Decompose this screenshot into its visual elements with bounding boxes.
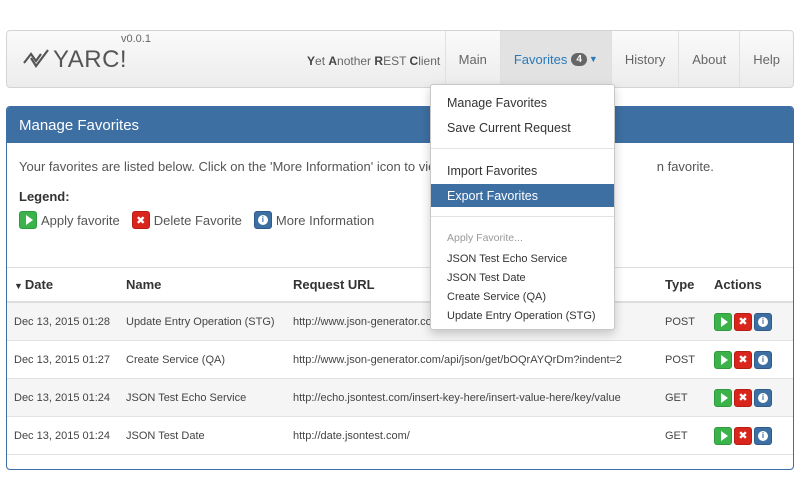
apply-favorite-button[interactable] <box>714 350 732 369</box>
info-icon: i <box>253 211 272 229</box>
favorites-dropdown-menu: Manage Favorites Save Current Request Im… <box>430 84 615 330</box>
nav-favorites[interactable]: Favorites 4 ▼ <box>499 31 611 87</box>
delete-favorite-button[interactable]: ✖ <box>734 426 752 445</box>
row-actions: ✖ i <box>711 350 793 369</box>
delete-favorite-button[interactable]: ✖ <box>734 350 752 369</box>
column-date[interactable]: ▼ Date <box>7 277 120 292</box>
menu-divider <box>431 216 614 217</box>
play-icon <box>720 430 728 441</box>
info-favorite-button[interactable]: i <box>754 350 772 369</box>
sort-desc-icon: ▼ <box>14 281 23 291</box>
menu-export-favorites[interactable]: Export Favorites <box>431 184 614 207</box>
play-icon <box>720 316 728 327</box>
menu-manage-favorites[interactable]: Manage Favorites <box>431 91 614 114</box>
play-icon <box>19 211 37 229</box>
play-icon <box>720 392 728 403</box>
menu-save-current-request[interactable]: Save Current Request <box>431 116 614 139</box>
delete-favorite-button[interactable]: ✖ <box>734 312 752 331</box>
panel-title: Manage Favorites <box>7 107 793 143</box>
caret-down-icon: ▼ <box>588 54 598 64</box>
table-header: ▼ Date Name Request URL Type Actions <box>7 267 793 303</box>
nav-main[interactable]: Main <box>444 31 500 87</box>
legend-title: Legend: <box>19 189 70 204</box>
apply-favorite-button[interactable] <box>714 388 732 407</box>
navbar: YARC! v0.0.1 Yet Another REST Client Mai… <box>6 30 794 88</box>
favorites-count-badge: 4 <box>571 52 587 66</box>
apply-favorite-button[interactable] <box>714 426 732 445</box>
brand[interactable]: YARC! <box>21 38 127 82</box>
table-row: Dec 13, 2015 01:28 Update Entry Operatio… <box>7 303 793 341</box>
info-favorite-button[interactable]: i <box>754 426 772 445</box>
menu-divider <box>431 148 614 149</box>
menu-favorite-item[interactable]: JSON Test Echo Service <box>431 249 614 268</box>
close-icon: ✖ <box>131 211 150 229</box>
app-tagline: Yet Another REST Client <box>307 54 441 68</box>
nav-about[interactable]: About <box>678 31 739 87</box>
menu-import-favorites[interactable]: Import Favorites <box>431 159 614 182</box>
info-favorite-button[interactable]: i <box>754 312 772 331</box>
row-actions: ✖ i <box>711 426 793 445</box>
nav-history[interactable]: History <box>610 31 678 87</box>
delete-favorite-button[interactable]: ✖ <box>734 388 752 407</box>
table-row: Dec 13, 2015 01:24 JSON Test Date http:/… <box>7 417 793 455</box>
menu-favorite-item[interactable]: JSON Test Date <box>431 268 614 287</box>
yarc-logo-icon <box>23 49 49 68</box>
info-icon: i <box>758 354 768 365</box>
column-type[interactable]: Type <box>661 277 711 292</box>
legend-delete: ✖ Delete Favorite <box>131 211 242 229</box>
manage-favorites-panel: Manage Favorites Your favorites are list… <box>6 106 794 470</box>
nav-menu: Main Favorites 4 ▼ History About Help <box>444 31 793 87</box>
info-icon: i <box>758 316 768 327</box>
legend: Apply favorite ✖ Delete Favorite i More … <box>19 211 386 229</box>
play-icon <box>720 354 728 365</box>
row-actions: ✖ i <box>711 388 793 407</box>
table-row: Dec 13, 2015 01:27 Create Service (QA) h… <box>7 341 793 379</box>
menu-favorite-item[interactable]: Create Service (QA) <box>431 287 614 306</box>
table-body: Dec 13, 2015 01:28 Update Entry Operatio… <box>7 303 793 455</box>
menu-favorite-item[interactable]: Update Entry Operation (STG) <box>431 306 614 325</box>
app-name: YARC! <box>53 46 128 73</box>
column-name[interactable]: Name <box>120 277 287 292</box>
app-version: v0.0.1 <box>121 33 151 45</box>
apply-favorite-button[interactable] <box>714 312 732 331</box>
legend-info: i More Information <box>253 211 374 229</box>
row-actions: ✖ i <box>711 312 793 331</box>
table-row: Dec 13, 2015 01:24 JSON Test Echo Servic… <box>7 379 793 417</box>
favorites-table: ▼ Date Name Request URL Type Actions Dec … <box>7 267 793 455</box>
menu-apply-favorite-header: Apply Favorite... <box>447 232 523 244</box>
info-icon: i <box>758 430 768 441</box>
nav-help[interactable]: Help <box>739 31 793 87</box>
info-favorite-button[interactable]: i <box>754 388 772 407</box>
legend-apply: Apply favorite <box>19 211 120 229</box>
column-actions: Actions <box>714 277 762 292</box>
info-icon: i <box>758 392 768 403</box>
